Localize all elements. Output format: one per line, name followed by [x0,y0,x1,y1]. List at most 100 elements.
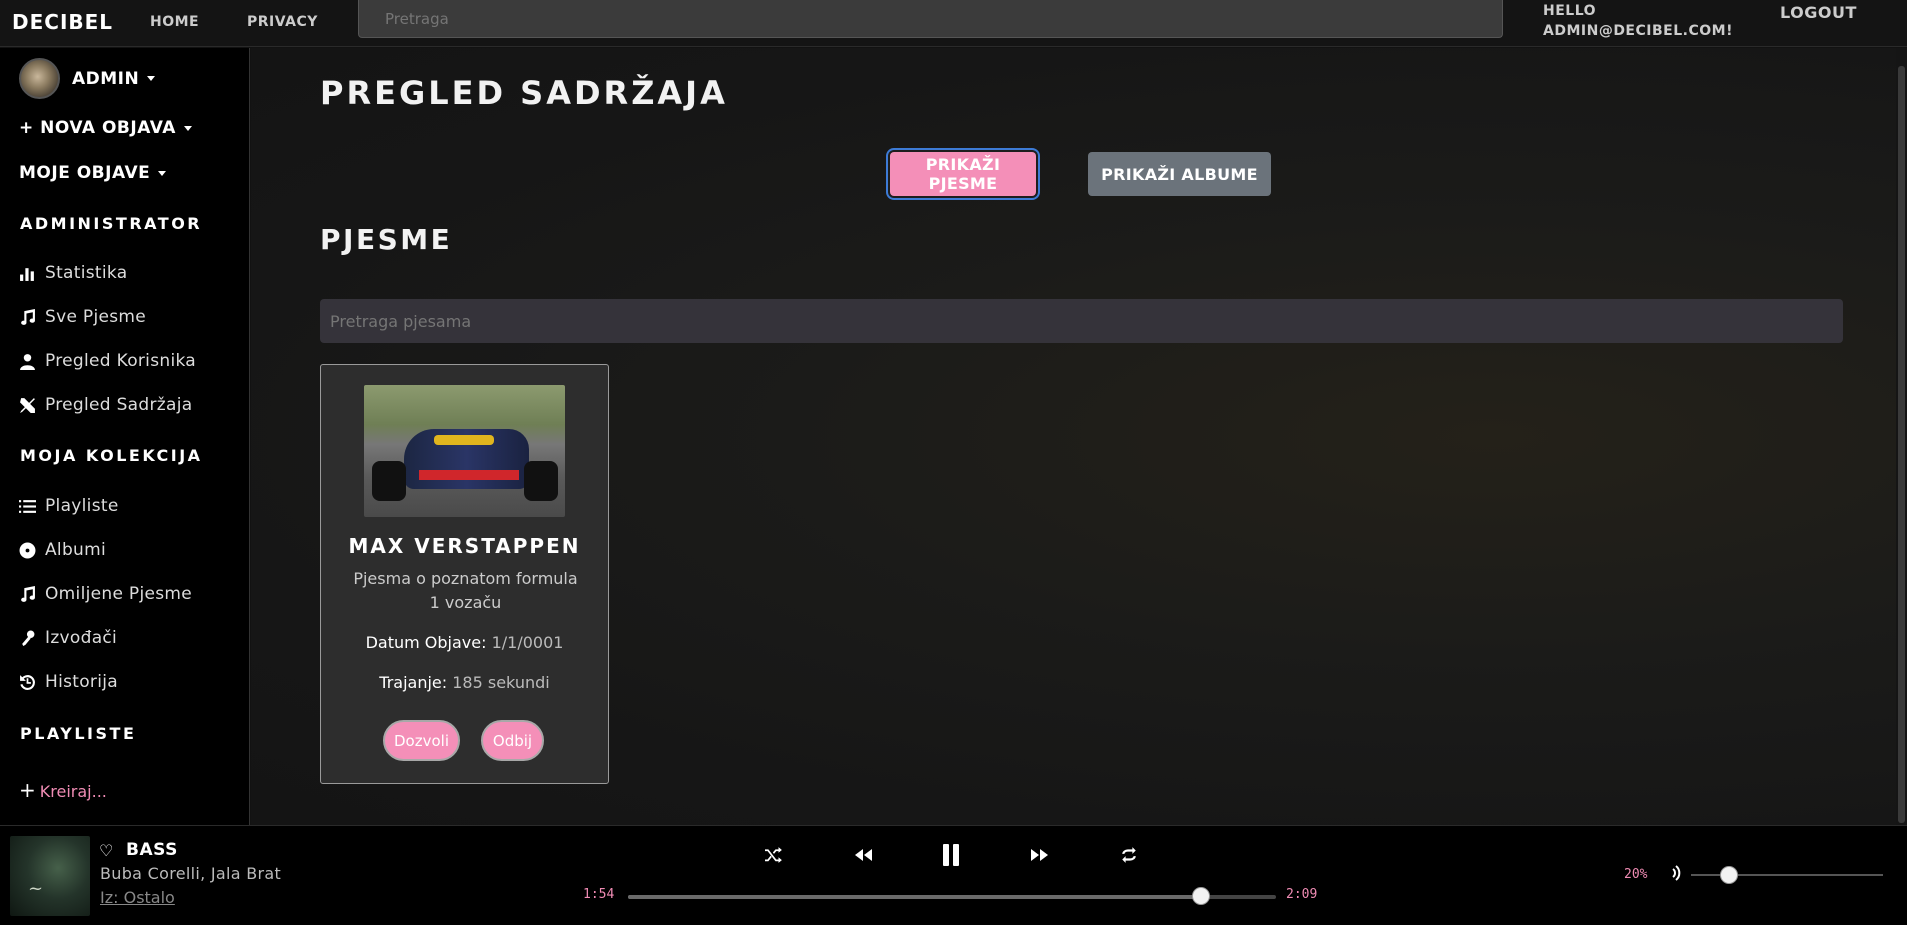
show-songs-button[interactable]: PRIKAŽI PJESME [890,152,1036,196]
date-label: Datum Objave: [365,633,487,652]
create-playlist-link[interactable]: + Kreiraj... [19,778,107,802]
sidebar-item-label: Izvođači [45,628,118,648]
create-playlist-label: Kreiraj... [39,782,107,801]
track-cover-image: ~ [10,836,90,916]
fast-forward-icon [1031,849,1048,861]
sidebar-item-pregled-korisnika[interactable]: Pregled Korisnika [19,351,196,371]
sidebar-item-omiljene-pjesme[interactable]: Omiljene Pjesme [19,584,192,604]
deny-button[interactable]: Odbij [481,720,544,761]
section-playliste: PLAYLISTE [20,724,137,743]
section-administrator: ADMINISTRATOR [20,214,203,233]
disc-icon [19,542,36,558]
song-card: MAX VERSTAPPEN Pjesma o poznatom formula… [320,364,609,784]
total-time: 2:09 [1286,887,1318,902]
song-description: Pjesma o poznatom formula 1 vozaču [353,569,578,612]
song-duration: Trajanje: 185 sekundi [321,673,608,692]
previous-button[interactable] [848,843,878,867]
car-wheel-shape [524,461,558,501]
new-post-label: + NOVA OBJAVA [19,118,176,138]
music-note-icon [21,308,35,325]
progress-fill [628,895,1201,899]
heart-icon[interactable]: ♡ [99,841,113,860]
greeting-line-1: HELLO [1543,3,1597,19]
brand-logo[interactable]: DECIBEL [12,10,113,34]
avatar [19,58,60,99]
shuffle-icon [765,847,782,863]
user-name: ADMIN [72,68,140,89]
sidebar-item-pregled-sadrzaja[interactable]: Pregled Sadržaja [19,395,192,415]
rewind-icon [855,849,872,861]
song-date: Datum Objave: 1/1/0001 [321,633,608,652]
elapsed-time: 1:54 [583,887,615,902]
car-wheel-shape [372,461,406,501]
music-player: ~ ♡ BASS Buba Corelli, Jala Brat Iz: Ost… [0,825,1907,925]
nav-privacy-link[interactable]: PRIVACY [247,14,318,30]
car-stripe-shape [434,435,494,445]
sidebar-item-label: Statistika [45,263,128,283]
date-value: 1/1/0001 [491,633,564,652]
my-posts-dropdown[interactable]: MOJE OBJAVE [19,163,167,183]
sidebar-item-statistika[interactable]: Statistika [19,263,127,283]
track-album-link[interactable]: Iz: Ostalo [100,888,175,907]
tools-icon [20,397,35,413]
sidebar-item-playliste[interactable]: Playliste [19,496,119,516]
sidebar-item-albumi[interactable]: Albumi [19,540,106,560]
logout-link[interactable]: LOGOUT [1780,3,1857,22]
user-greeting: HELLO ADMIN@DECIBEL.COM! [1543,1,1733,41]
duration-label: Trajanje: [379,673,448,692]
chevron-down-icon [158,170,167,176]
song-search-input[interactable] [320,299,1843,343]
section-title: PJESME [320,223,453,256]
global-search-input[interactable] [358,0,1503,38]
nav-home-link[interactable]: HOME [150,14,199,30]
list-icon [19,499,36,513]
user-menu[interactable]: ADMIN [19,58,156,99]
progress-handle[interactable] [1191,887,1210,905]
repeat-icon [1122,847,1136,863]
chart-icon [20,267,34,281]
scrollbar-thumb[interactable] [1898,66,1905,823]
sidebar-item-label: Playliste [45,496,119,516]
new-post-dropdown[interactable]: + NOVA OBJAVA [19,118,192,138]
microphone-icon [22,630,35,646]
my-posts-label: MOJE OBJAVE [19,163,151,183]
car-wing-shape [419,470,519,480]
cover-art-decoration: ~ [28,878,44,899]
pause-icon [943,844,959,866]
music-note-icon [21,585,35,602]
repeat-button[interactable] [1114,843,1144,867]
page-scrollbar[interactable] [1896,48,1907,825]
sidebar: ADMIN + NOVA OBJAVA MOJE OBJAVE ADMINIST… [0,48,250,825]
chevron-down-icon [147,76,156,81]
sidebar-item-label: Pregled Korisnika [45,351,197,371]
song-title: MAX VERSTAPPEN [348,534,581,558]
volume-button[interactable] [1660,864,1682,886]
song-cover-image [364,385,565,517]
chevron-down-icon [183,125,192,131]
sidebar-item-historija[interactable]: Historija [19,672,118,692]
main-content: PREGLED SADRŽAJA PRIKAŽI PJESME PRIKAŽI … [251,48,1907,825]
section-moja-kolekcija: MOJA KOLEKCIJA [20,446,203,465]
user-icon [20,353,35,370]
volume-slider[interactable] [1691,866,1883,884]
plus-icon: + [19,778,36,802]
track-title: BASS [126,840,178,860]
allow-button[interactable]: Dozvoli [383,720,460,761]
show-albums-button[interactable]: PRIKAŽI ALBUME [1088,152,1271,196]
next-button[interactable] [1025,843,1055,867]
greeting-line-2: ADMIN@DECIBEL.COM! [1543,23,1733,39]
history-icon [20,674,35,690]
sidebar-item-label: Pregled Sadržaja [45,395,193,415]
duration-value: 185 sekundi [452,673,550,692]
top-navbar: DECIBEL HOME PRIVACY HELLO ADMIN@DECIBEL… [0,0,1907,47]
shuffle-button[interactable] [759,843,789,867]
sidebar-item-label: Albumi [45,540,107,560]
pause-button[interactable] [936,843,966,867]
page-title: PREGLED SADRŽAJA [320,74,728,112]
sidebar-item-izvodaci[interactable]: Izvođači [19,628,117,648]
volume-handle[interactable] [1720,866,1739,884]
sidebar-item-sve-pjesme[interactable]: Sve Pjesme [19,307,146,327]
volume-icon [1661,865,1681,881]
volume-percent: 20% [1624,867,1648,882]
progress-bar[interactable] [628,887,1276,905]
